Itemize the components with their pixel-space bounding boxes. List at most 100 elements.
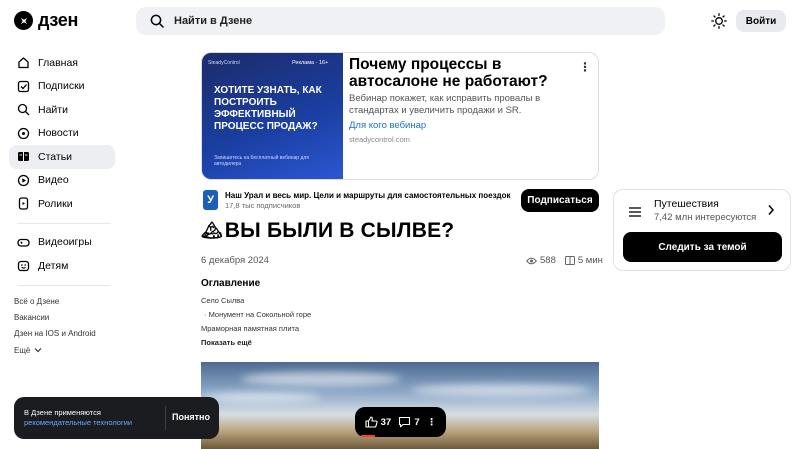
login-button[interactable]: Войти [736,10,786,32]
notice-divider [165,406,166,430]
sidebar-divider [17,284,111,286]
sidebar-footer-links: Всё о Дзене Вакансии Дзен на IOS и Andro… [14,293,96,358]
sidebar-item-label: Главная [38,56,78,69]
footer-more-label: Ещё [14,345,31,355]
toc-item[interactable]: Село Сылва [201,293,311,307]
ad-image[interactable]: SteadyControl Реклама · 16+ Хотите узнат… [202,53,343,179]
home-icon [17,56,30,69]
notice-accept-button[interactable]: Понятно [172,412,210,422]
sidebar-item-shorts[interactable]: Ролики [9,192,115,216]
follow-topic-button[interactable]: Следить за темой [623,232,782,262]
topic-name[interactable]: Путешествия [654,198,719,210]
ad-label: Реклама · 16+ [292,60,329,66]
topic-followers: 7,42 млн интересуются [654,212,757,223]
likes-count: 37 [380,416,392,428]
subscriptions-icon [17,80,30,93]
toc-show-more[interactable]: Показать ещё [201,336,311,350]
thumbs-up-icon [365,416,378,428]
like-button[interactable]: 37 [365,416,392,428]
notice-message: В Дзене применяются [24,408,101,417]
views-count: 588 [540,255,556,266]
sidebar-item-label: Новости [38,127,79,140]
channel-name[interactable]: Наш Урал и весь мир. Цели и маршруты для… [225,191,511,200]
ad-image-subtext: Запишитесь на бесплатный вебинар для авт… [214,155,309,167]
more-options-icon[interactable]: ⋮ [579,61,591,73]
topic-card: Путешествия 7,42 млн интересуются Следит… [613,189,791,271]
footer-link-about[interactable]: Всё о Дзене [14,293,96,309]
sidebar-item-search[interactable]: Найти [9,98,115,122]
sidebar-item-label: Статьи [38,150,73,163]
read-time: 5 мин [577,255,603,266]
menu-icon [629,207,641,217]
logo[interactable]: дзен [14,10,78,31]
article-date: 6 декабря 2024 [201,255,269,266]
read-time-stat: 5 мин [564,255,603,266]
search-icon [17,103,30,116]
chevron-right-icon[interactable] [767,204,775,216]
article-title-text: ВЫ БЫЛИ В СЫЛВЕ? [224,219,455,242]
sidebar-item-kids[interactable]: Детям [9,254,115,278]
gamepad-icon [17,236,30,249]
zen-logo-icon [14,11,33,30]
notice-link[interactable]: рекомендательные технологии [24,418,132,428]
search-input[interactable]: Найти в Дзене [136,7,665,35]
sidebar-item-articles[interactable]: Статьи [9,145,115,169]
cloud-shape [201,392,321,402]
progress-indicator [361,435,375,437]
cloud-shape [411,384,591,396]
article-stats: 588 5 мин [526,255,603,266]
toc-list: Село Сылва · Монумент на Сокольной горе … [201,293,311,350]
comments-button[interactable]: 7 [398,416,420,428]
toc-item[interactable]: · Монумент на Сокольной горе [201,307,311,321]
sidebar-item-label: Видеоигры [38,236,92,249]
recommendations-notice: В Дзене применяются рекомендательные тех… [14,397,219,439]
sidebar-nav: Главная Подписки Найти Новости Статьи Ви… [9,51,115,293]
views-stat: 588 [526,255,556,266]
shorts-icon [17,197,30,210]
book-icon [564,256,575,265]
ad-link[interactable]: Для кого вебинар [349,120,426,131]
search-icon [150,14,164,28]
sidebar-item-label: Найти [38,103,68,116]
sidebar-item-videogames[interactable]: Видеоигры [9,231,115,255]
sidebar-item-news[interactable]: Новости [9,122,115,146]
comments-count: 7 [414,416,420,428]
sidebar-item-subscriptions[interactable]: Подписки [9,75,115,99]
footer-link-apps[interactable]: Дзен на IOS и Android [14,326,96,342]
sidebar-item-label: Детям [38,259,69,272]
video-icon [17,174,30,187]
ad-card[interactable]: SteadyControl Реклама · 16+ Хотите узнат… [201,52,599,180]
sidebar-item-label: Ролики [38,197,73,210]
sidebar-item-home[interactable]: Главная [9,51,115,75]
notice-text: В Дзене применяются рекомендательные тех… [24,408,132,428]
sidebar-item-video[interactable]: Видео [9,169,115,193]
toc-item[interactable]: Мраморная памятная плита [201,321,311,335]
ad-image-headline: Хотите узнать, как построить эффективный… [214,85,322,132]
footer-link-more[interactable]: Ещё [14,342,96,358]
footer-link-jobs[interactable]: Вакансии [14,309,96,325]
logo-text: дзен [38,10,79,30]
eye-icon [526,257,537,264]
ad-domain: steadycontrol.com [349,135,410,144]
article-action-bar: 37 7 ⋮ [355,407,446,437]
sidebar-divider [17,222,111,224]
news-icon [17,127,30,140]
mountain-emoji-icon: 🏔 [201,221,223,240]
channel-avatar[interactable]: У [203,190,218,210]
toc-title: Оглавление [201,278,261,289]
more-options-icon[interactable]: ⋮ [427,417,437,428]
channel-subscribers: 17,8 тыс подписчиков [225,201,301,210]
ad-title[interactable]: Почему процессы в автосалоне не работают… [349,56,574,90]
sidebar-item-label: Подписки [38,80,85,93]
chevron-down-icon [34,348,42,353]
theme-toggle-sun-icon[interactable] [709,11,729,31]
article-title: 🏔 ВЫ БЫЛИ В СЫЛВЕ? [201,219,454,243]
articles-icon [17,150,30,163]
search-placeholder: Найти в Дзене [174,15,253,27]
kids-icon [17,259,30,272]
ad-image-brand: SteadyControl [208,60,240,66]
comment-icon [399,416,411,428]
subscribe-button[interactable]: Подписаться [521,189,599,212]
sidebar-item-label: Видео [38,174,69,187]
cloud-shape [241,372,401,386]
